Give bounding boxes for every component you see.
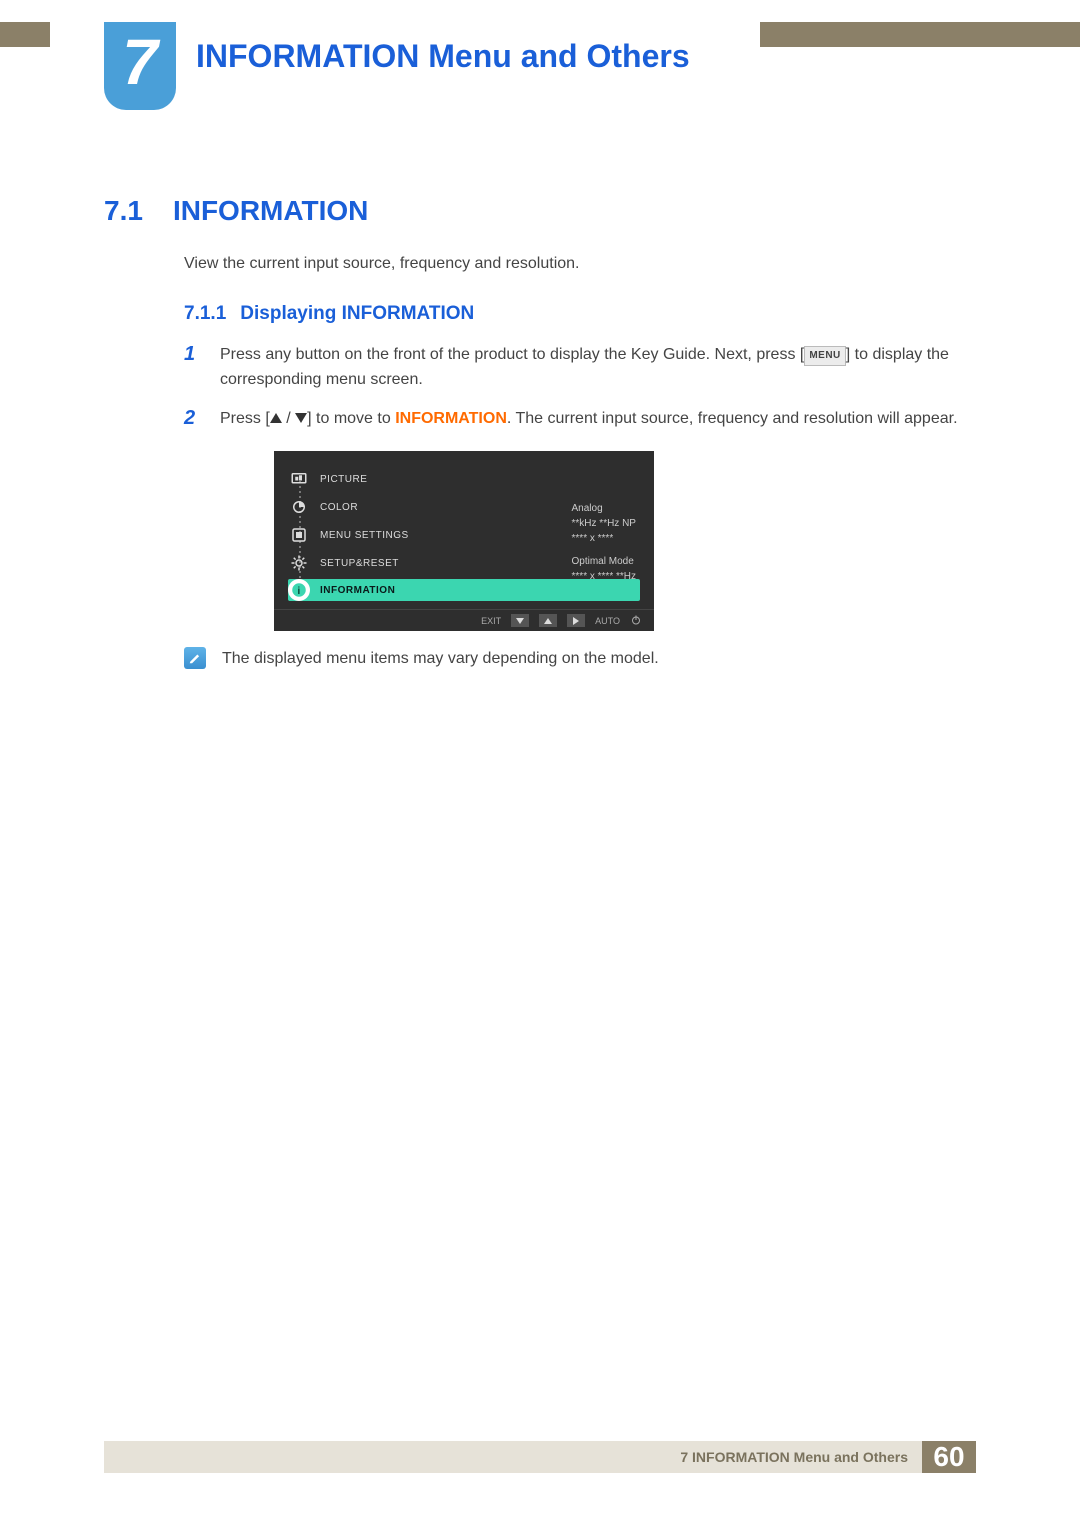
menu-button-label: MENU xyxy=(804,346,845,366)
osd-label: COLOR xyxy=(320,502,358,513)
osd-label: PICTURE xyxy=(320,474,367,485)
text: . The current input source, frequency an… xyxy=(507,410,958,427)
osd-info-panel: Analog **kHz **Hz NP **** x **** Optimal… xyxy=(572,501,636,584)
header-bar-left xyxy=(0,22,50,47)
subsection-title: Displaying INFORMATION xyxy=(240,303,474,325)
text: Press [ xyxy=(220,410,270,427)
chapter-title: INFORMATION Menu and Others xyxy=(196,38,690,75)
info-icon: i xyxy=(288,579,310,601)
step-number: 2 xyxy=(184,407,200,432)
step-text: Press any button on the front of the pro… xyxy=(220,343,976,393)
osd-power-icon xyxy=(630,614,642,628)
osd-info-line: **kHz **Hz NP xyxy=(572,516,636,531)
menu-settings-icon xyxy=(288,524,310,546)
step-1: 1 Press any button on the front of the p… xyxy=(184,343,976,393)
triangle-up-icon xyxy=(270,413,282,423)
footer-label: 7 INFORMATION Menu and Others xyxy=(104,1441,922,1473)
header-bar-right xyxy=(760,22,1080,47)
note: The displayed menu items may vary depend… xyxy=(184,647,976,671)
svg-text:i: i xyxy=(297,585,300,597)
section-number: 7.1 xyxy=(104,195,143,227)
page-footer: 7 INFORMATION Menu and Others 60 xyxy=(104,1441,976,1473)
osd-item-picture: PICTURE xyxy=(274,465,654,493)
color-icon xyxy=(288,496,310,518)
osd-screenshot: PICTURE COLOR MENU SETTINGS SETUP&RESET … xyxy=(274,451,976,631)
osd-info-line: Optimal Mode xyxy=(572,554,636,569)
osd-info-line: **** x **** **Hz xyxy=(572,569,636,584)
section-title: INFORMATION xyxy=(173,195,368,227)
subsection-heading: 7.1.1 Displaying INFORMATION xyxy=(184,303,976,325)
osd-bottom-bar: EXIT AUTO xyxy=(274,609,654,631)
text: Press any button on the front of the pro… xyxy=(220,346,804,363)
osd-label: INFORMATION xyxy=(320,585,395,596)
osd-label: SETUP&RESET xyxy=(320,558,399,569)
step-2: 2 Press [ / ] to move to INFORMATION. Th… xyxy=(184,407,976,432)
chapter-number-badge: 7 xyxy=(104,22,176,110)
triangle-down-icon xyxy=(295,413,307,423)
note-text: The displayed menu items may vary depend… xyxy=(222,647,659,671)
section-intro: View the current input source, frequency… xyxy=(184,255,976,273)
section-heading: 7.1 INFORMATION xyxy=(104,195,976,227)
osd-label: MENU SETTINGS xyxy=(320,530,409,541)
osd-auto-label: AUTO xyxy=(595,616,620,626)
osd-exit-label: EXIT xyxy=(481,616,501,626)
picture-icon xyxy=(288,468,310,490)
osd-info-line: Analog xyxy=(572,501,636,516)
gear-icon xyxy=(288,552,310,574)
subsection-number: 7.1.1 xyxy=(184,303,226,325)
information-highlight: INFORMATION xyxy=(395,410,507,427)
osd-enter-icon xyxy=(567,614,585,627)
text: ] to move to xyxy=(307,410,395,427)
osd-nav-up-icon xyxy=(539,614,557,627)
footer-page-number: 60 xyxy=(922,1441,976,1473)
step-text: Press [ / ] to move to INFORMATION. The … xyxy=(220,407,976,432)
osd-info-line: **** x **** xyxy=(572,531,636,546)
osd-nav-down-icon xyxy=(511,614,529,627)
step-number: 1 xyxy=(184,343,200,393)
note-icon xyxy=(184,647,206,669)
